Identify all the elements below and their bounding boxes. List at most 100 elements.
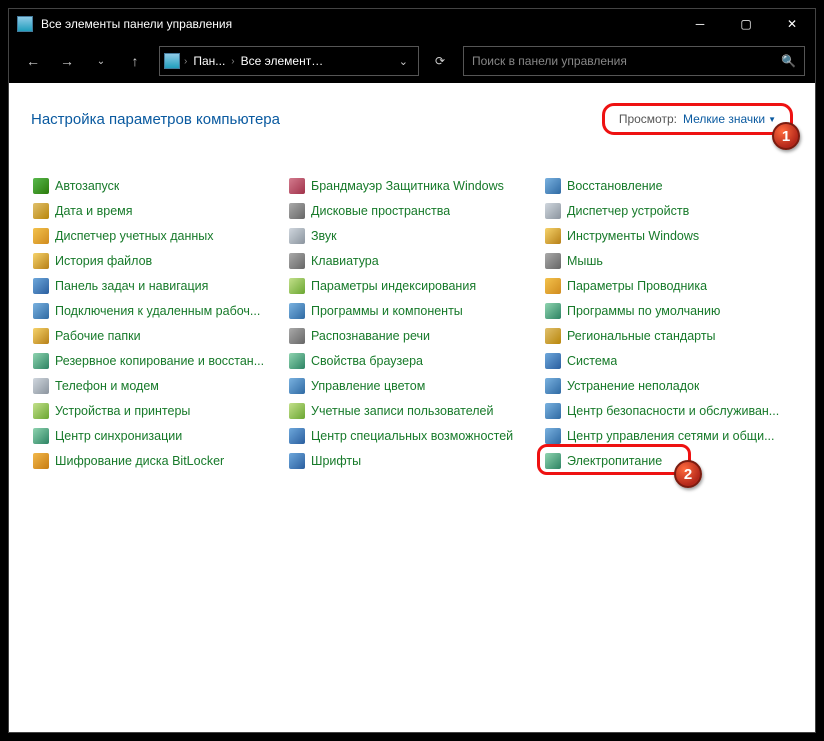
- control-panel-item[interactable]: Центр синхронизации: [31, 423, 281, 448]
- view-dropdown[interactable]: Мелкие значки ▼: [683, 112, 776, 126]
- item-label: Центр специальных возможностей: [311, 429, 513, 443]
- control-panel-item[interactable]: Устройства и принтеры: [31, 398, 281, 423]
- item-icon: [289, 428, 305, 444]
- item-icon: [33, 178, 49, 194]
- control-panel-item[interactable]: Брандмауэр Защитника Windows: [287, 173, 537, 198]
- item-label: Программы и компоненты: [311, 304, 463, 318]
- item-label: Телефон и модем: [55, 379, 159, 393]
- item-label: Центр управления сетями и общи...: [567, 429, 774, 443]
- recent-dropdown[interactable]: ⌄: [87, 47, 115, 75]
- power-options-item[interactable]: Электропитание: [543, 448, 793, 473]
- control-panel-item[interactable]: Восстановление: [543, 173, 793, 198]
- control-panel-item[interactable]: Шифрование диска BitLocker: [31, 448, 281, 473]
- item-icon: [545, 403, 561, 419]
- control-panel-item[interactable]: Диспетчер устройств: [543, 198, 793, 223]
- item-icon: [33, 428, 49, 444]
- item-icon: [33, 403, 49, 419]
- item-icon: [545, 328, 561, 344]
- item-label: Управление цветом: [311, 379, 425, 393]
- control-panel-item[interactable]: Распознавание речи: [287, 323, 537, 348]
- item-icon: [545, 203, 561, 219]
- control-panel-item[interactable]: Параметры индексирования: [287, 273, 537, 298]
- chevron-down-icon[interactable]: ⌄: [393, 55, 414, 68]
- item-label: Клавиатура: [311, 254, 379, 268]
- control-panel-item[interactable]: Параметры Проводника: [543, 273, 793, 298]
- item-label: Программы по умолчанию: [567, 304, 720, 318]
- control-panel-item[interactable]: Центр безопасности и обслуживан...: [543, 398, 793, 423]
- refresh-button[interactable]: ⟳: [425, 46, 455, 76]
- search-icon[interactable]: 🔍: [781, 54, 796, 68]
- item-icon: [33, 353, 49, 369]
- item-label: Центр синхронизации: [55, 429, 182, 443]
- control-panel-item[interactable]: Рабочие папки: [31, 323, 281, 348]
- item-icon: [289, 228, 305, 244]
- back-button[interactable]: ←: [19, 47, 47, 75]
- control-panel-item[interactable]: Центр управления сетями и общи...: [543, 423, 793, 448]
- item-icon: [33, 203, 49, 219]
- item-icon: [545, 303, 561, 319]
- control-panel-item[interactable]: Диспетчер учетных данных: [31, 223, 281, 248]
- item-label: Восстановление: [567, 179, 663, 193]
- items-grid: Автозапуск Дата и время Диспетчер учетных …: [31, 173, 793, 473]
- control-panel-item[interactable]: Устранение неполадок: [543, 373, 793, 398]
- control-panel-item[interactable]: Система: [543, 348, 793, 373]
- control-panel-item[interactable]: Мышь: [543, 248, 793, 273]
- breadcrumb-segment[interactable]: Пан...: [191, 54, 227, 68]
- item-label: Инструменты Windows: [567, 229, 699, 243]
- control-panel-item[interactable]: Телефон и модем: [31, 373, 281, 398]
- item-label: Рабочие папки: [55, 329, 141, 343]
- search-box[interactable]: 🔍: [463, 46, 805, 76]
- breadcrumb-segment[interactable]: Все элементы ...: [239, 54, 329, 68]
- control-panel-item[interactable]: Инструменты Windows: [543, 223, 793, 248]
- up-button[interactable]: ↑: [121, 47, 149, 75]
- item-label: Звук: [311, 229, 337, 243]
- item-label: Центр безопасности и обслуживан...: [567, 404, 779, 418]
- item-icon: [545, 453, 561, 469]
- control-panel-item[interactable]: Учетные записи пользователей: [287, 398, 537, 423]
- item-label: Устранение неполадок: [567, 379, 699, 393]
- control-panel-item[interactable]: Панель задач и навигация: [31, 273, 281, 298]
- control-panel-item[interactable]: Шрифты: [287, 448, 537, 473]
- control-panel-item[interactable]: Подключения к удаленным рабоч...: [31, 298, 281, 323]
- item-label: Шрифты: [311, 454, 361, 468]
- control-panel-item[interactable]: Свойства браузера: [287, 348, 537, 373]
- item-label: История файлов: [55, 254, 152, 268]
- control-panel-item[interactable]: Программы по умолчанию: [543, 298, 793, 323]
- control-panel-item[interactable]: Управление цветом: [287, 373, 537, 398]
- control-panel-item[interactable]: Дата и время: [31, 198, 281, 223]
- content-area: Настройка параметров компьютера Просмотр…: [9, 83, 815, 732]
- item-label: Резервное копирование и восстан...: [55, 354, 264, 368]
- item-label: Региональные стандарты: [567, 329, 716, 343]
- item-icon: [289, 253, 305, 269]
- item-label: Устройства и принтеры: [55, 404, 190, 418]
- item-icon: [545, 353, 561, 369]
- item-icon: [33, 378, 49, 394]
- control-panel-item[interactable]: Клавиатура: [287, 248, 537, 273]
- address-bar[interactable]: › Пан... › Все элементы ... ⌄: [159, 46, 419, 76]
- control-panel-item[interactable]: История файлов: [31, 248, 281, 273]
- item-label: Подключения к удаленным рабоч...: [55, 304, 260, 318]
- view-value: Мелкие значки: [683, 112, 765, 126]
- maximize-button[interactable]: ▢: [723, 9, 769, 39]
- search-input[interactable]: [472, 54, 781, 68]
- items-column: Восстановление Диспетчер устройств Инструм…: [543, 173, 793, 473]
- item-icon: [545, 428, 561, 444]
- item-label: Дата и время: [55, 204, 133, 218]
- item-label: Мышь: [567, 254, 603, 268]
- item-icon: [33, 228, 49, 244]
- control-panel-item[interactable]: Программы и компоненты: [287, 298, 537, 323]
- control-panel-item[interactable]: Резервное копирование и восстан...: [31, 348, 281, 373]
- control-panel-item[interactable]: Автозапуск: [31, 173, 281, 198]
- item-label: Учетные записи пользователей: [311, 404, 494, 418]
- control-panel-item[interactable]: Дисковые пространства: [287, 198, 537, 223]
- control-panel-item[interactable]: Региональные стандарты: [543, 323, 793, 348]
- item-icon: [289, 303, 305, 319]
- control-panel-item[interactable]: Звук: [287, 223, 537, 248]
- forward-button[interactable]: →: [53, 47, 81, 75]
- close-button[interactable]: ✕: [769, 9, 815, 39]
- item-label: Распознавание речи: [311, 329, 430, 343]
- navigation-bar: ← → ⌄ ↑ › Пан... › Все элементы ... ⌄ ⟳ …: [9, 39, 815, 83]
- item-label: Дисковые пространства: [311, 204, 450, 218]
- minimize-button[interactable]: ─: [677, 9, 723, 39]
- control-panel-item[interactable]: Центр специальных возможностей: [287, 423, 537, 448]
